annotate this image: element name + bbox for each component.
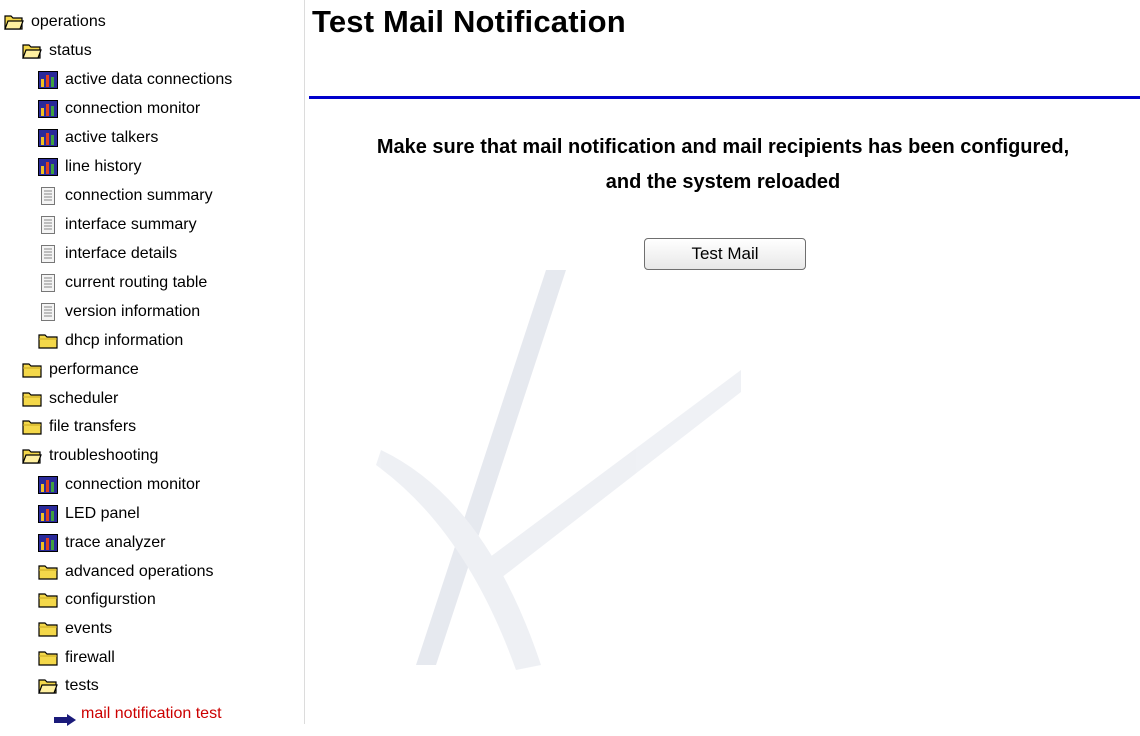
bar-chart-icon <box>38 534 58 552</box>
tree-item-label: trace analyzer <box>65 534 166 551</box>
document-icon <box>38 245 58 263</box>
tree-item-label: status <box>49 42 92 59</box>
navigation-tree: operations status active data connection… <box>0 0 305 726</box>
tree-item-label: active talkers <box>65 129 159 146</box>
tree-item-label: operations <box>31 13 106 30</box>
bar-chart-icon <box>38 129 58 147</box>
open-folder-icon <box>38 677 58 695</box>
tree-item-label: version information <box>65 303 201 320</box>
folder-icon <box>22 390 42 408</box>
tree-item-label: interface details <box>65 245 178 262</box>
tree-item-label: connection summary <box>65 187 213 204</box>
document-icon <box>38 216 58 234</box>
instruction-line-1: Make sure that mail notification and mai… <box>376 136 1070 158</box>
open-folder-icon <box>22 42 42 60</box>
tree-item-label: tests <box>65 677 99 694</box>
test-mail-button[interactable]: Test Mail <box>644 238 806 270</box>
folder-icon <box>38 563 58 581</box>
instruction-message: Make sure that mail notification and mai… <box>306 130 1140 200</box>
open-folder-icon <box>22 447 42 465</box>
tree-item-label: connection monitor <box>65 476 201 493</box>
page-title: Test Mail Notification <box>312 4 626 39</box>
document-icon <box>38 187 58 205</box>
tree-item-label: connection monitor <box>65 100 201 117</box>
tree-item-label: LED panel <box>65 505 140 522</box>
folder-icon <box>38 620 58 638</box>
tree-item-label: active data connections <box>65 71 233 88</box>
title-divider <box>309 96 1140 99</box>
folder-icon <box>38 649 58 667</box>
bar-chart-icon <box>38 158 58 176</box>
tree-item-label: firewall <box>65 649 115 666</box>
tree-item-label: performance <box>49 361 139 378</box>
tree-item-label: current routing table <box>65 274 208 291</box>
tree-item-label: line history <box>65 158 142 175</box>
bar-chart-icon <box>38 100 58 118</box>
bar-chart-icon <box>38 476 58 494</box>
document-icon <box>38 303 58 321</box>
tree-item-label: configurstion <box>65 591 156 608</box>
tree-item-label: events <box>65 620 113 637</box>
document-icon <box>38 274 58 292</box>
logo-watermark <box>376 270 741 670</box>
tree-item-label: interface summary <box>65 216 197 233</box>
arrow-right-icon <box>54 708 76 726</box>
folder-icon <box>38 332 58 350</box>
tree-item-label: file transfers <box>49 418 137 435</box>
tree-item-label: scheduler <box>49 390 119 407</box>
tree-item-label: advanced operations <box>65 563 214 580</box>
tree-item-label: troubleshooting <box>49 447 159 464</box>
main-content: Test Mail Notification Make sure that ma… <box>306 0 1140 724</box>
bar-chart-icon <box>38 71 58 89</box>
bar-chart-icon <box>38 505 58 523</box>
instruction-line-2: and the system reloaded <box>605 171 841 193</box>
open-folder-icon <box>4 13 24 31</box>
tree-item-label: dhcp information <box>65 332 184 349</box>
folder-icon <box>38 591 58 609</box>
folder-icon <box>22 418 42 436</box>
folder-icon <box>22 361 42 379</box>
